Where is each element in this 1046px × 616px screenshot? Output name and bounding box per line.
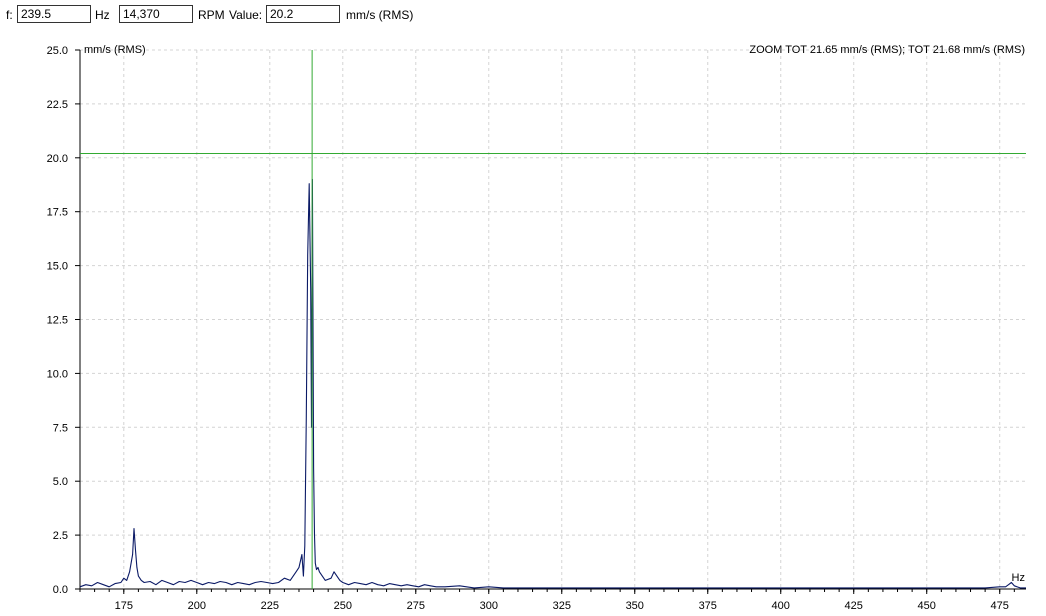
- x-tick-label: 300: [480, 600, 498, 612]
- total-annotation: ZOOM TOT 21.65 mm/s (RMS); TOT 21.68 mm/…: [749, 44, 1025, 56]
- y-tick-labels: 0.0 2.5 5.0 7.5 10.0 12.5 15.0 17.5 20.0 22.5 25.0: [47, 45, 68, 596]
- x-tick-label: 325: [553, 600, 571, 612]
- x-tick-label: 200: [188, 600, 206, 612]
- y-axis-label: mm/s (RMS): [84, 44, 146, 56]
- grid: [80, 49, 1026, 590]
- trace-group: [79, 178, 1026, 589]
- x-tick-label: 225: [261, 600, 279, 612]
- x-tick-label: 275: [407, 600, 425, 612]
- y-tick-label: 15.0: [47, 261, 68, 273]
- x-tick-label: 250: [334, 600, 352, 612]
- y-tick-label: 7.5: [53, 422, 68, 434]
- spectrum-chart[interactable]: 0.0 2.5 5.0 7.5 10.0 12.5 15.0 17.5 20.0 22.5 25.0…: [0, 0, 1046, 616]
- x-axis-unit-label: Hz: [1012, 572, 1025, 584]
- x-tick-label: 475: [991, 600, 1009, 612]
- y-tick-label: 20.0: [47, 153, 68, 165]
- x-tick-label: 175: [115, 600, 133, 612]
- y-tick-label: 2.5: [53, 530, 68, 542]
- y-tick-label: 25.0: [47, 45, 68, 57]
- x-tick-labels: 175 200 225 250 275 300 325 350 375 400 425 450 475: [115, 600, 1009, 612]
- x-tick-label: 375: [699, 600, 717, 612]
- y-tick-label: 5.0: [53, 476, 68, 488]
- x-tick-label: 400: [772, 600, 790, 612]
- x-tick-label: 350: [626, 600, 644, 612]
- y-tick-label: 17.5: [47, 207, 68, 219]
- y-tick-label: 0.0: [53, 584, 68, 596]
- axes: [75, 49, 1026, 594]
- x-tick-label: 450: [918, 600, 936, 612]
- y-tick-label: 10.0: [47, 368, 68, 380]
- y-tick-label: 22.5: [47, 99, 68, 111]
- x-tick-label: 425: [845, 600, 863, 612]
- y-tick-label: 12.5: [47, 315, 68, 327]
- spectrum-trace: [79, 178, 1026, 589]
